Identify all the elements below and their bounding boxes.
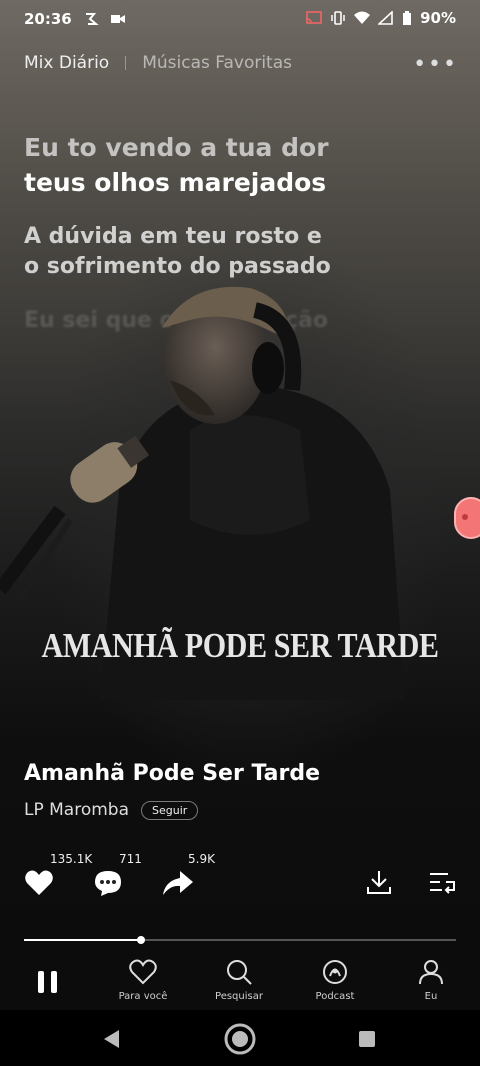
tab-divider [125, 56, 127, 70]
bottom-nav: Para você Pesquisar Podcast Eu [0, 955, 480, 1010]
progress-bar[interactable] [24, 936, 456, 944]
pause-icon[interactable] [36, 969, 60, 995]
video-camera-icon [110, 15, 125, 23]
artist-name[interactable]: LP Maromba [24, 800, 129, 820]
progress-fill [24, 939, 141, 941]
follow-button[interactable]: Seguir [141, 800, 199, 820]
vibrate-icon [331, 11, 345, 25]
top-tabs: Mix Diário Músicas Favoritas ••• [24, 50, 458, 77]
wifi-icon [354, 11, 371, 24]
like-heart-icon[interactable] [24, 869, 54, 897]
user-icon [419, 960, 443, 985]
floating-bubble[interactable] [454, 497, 480, 539]
tab-mix-diario[interactable]: Mix Diário [24, 53, 109, 73]
recent-apps-icon[interactable] [358, 1030, 376, 1048]
download-icon[interactable] [365, 868, 393, 896]
nav-item-podcast[interactable]: Podcast [295, 959, 375, 1002]
comment-icon[interactable] [93, 869, 123, 897]
tab-musicas-favoritas[interactable]: Músicas Favoritas [142, 53, 292, 73]
system-nav-bar [0, 1010, 480, 1066]
cover-title: AMANHÃ PODE SER TARDE [41, 626, 439, 665]
signal-icon [378, 11, 393, 25]
home-icon[interactable] [223, 1022, 257, 1056]
progress-handle[interactable] [136, 936, 145, 944]
artist-row: LP Maromba Seguir [24, 800, 199, 820]
nav-label: Podcast [315, 991, 355, 1002]
heart-outline-icon [129, 959, 157, 985]
nav-item-eu[interactable]: Eu [391, 959, 471, 1002]
status-bar: 20:36 90% [0, 0, 480, 38]
lyric-line: o sofrimento do passado [24, 254, 331, 279]
shares-count: 5.9K [188, 852, 215, 866]
lyric-line: A dúvida em teu rosto e [24, 224, 322, 249]
cast-icon [306, 11, 322, 24]
battery-icon [403, 11, 412, 25]
share-icon[interactable] [162, 869, 194, 897]
lyric-line-current: teus olhos marejados [24, 168, 327, 197]
lyric-line: Eu to vendo a tua dor [24, 133, 329, 162]
nav-item-para-voce[interactable]: Para você [103, 959, 183, 1002]
nav-label: Eu [424, 991, 438, 1002]
song-title: Amanhã Pode Ser Tarde [24, 761, 321, 786]
app-notification-icon [85, 13, 99, 25]
podcast-icon [323, 960, 347, 984]
nav-item-pesquisar[interactable]: Pesquisar [199, 959, 279, 1002]
search-icon [227, 960, 252, 985]
nav-label: Para você [118, 991, 168, 1002]
battery-level: 90% [420, 9, 456, 27]
likes-count: 135.1K [50, 852, 93, 866]
more-options-icon[interactable]: ••• [413, 52, 458, 77]
nav-label: Pesquisar [215, 991, 263, 1002]
comments-count: 711 [119, 852, 142, 866]
status-time: 20:36 [24, 10, 72, 28]
playlist-repeat-icon[interactable] [428, 868, 456, 896]
back-icon[interactable] [102, 1029, 120, 1049]
